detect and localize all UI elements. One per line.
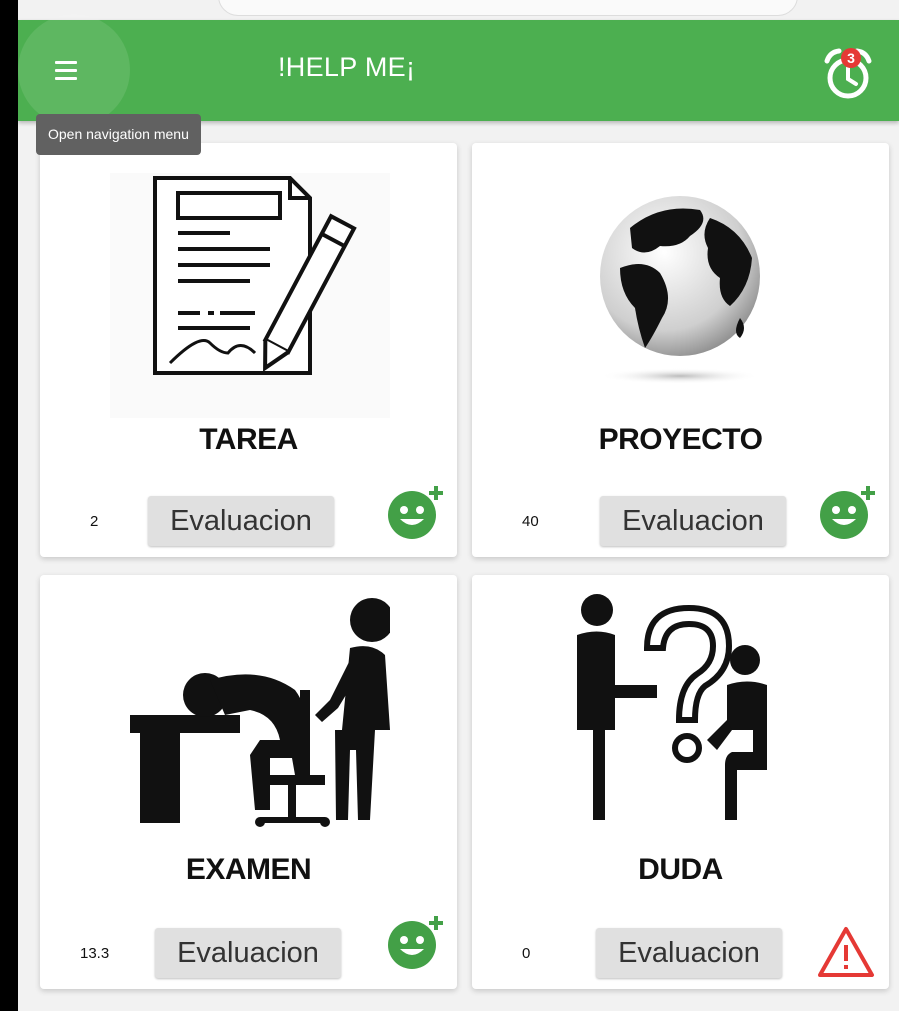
card-tarea[interactable]: TAREA 2 Evaluacion: [40, 143, 457, 557]
add-smiley-icon[interactable]: [818, 483, 878, 543]
card-proyecto[interactable]: PROYECTO 40 Evaluacion: [472, 143, 889, 557]
card-title: EXAMEN: [185, 853, 312, 886]
menu-tooltip: Open navigation menu: [36, 114, 201, 155]
homework-document-icon: [110, 173, 390, 418]
add-smiley-icon[interactable]: [386, 483, 446, 543]
card-title: PROYECTO: [598, 423, 763, 456]
alarm-clock-icon[interactable]: 3: [818, 44, 878, 104]
card-count: 2: [90, 513, 99, 530]
app-screen: !HELP ME¡ 3 TAREA 2 Evaluacion PROYECTO …: [18, 0, 899, 1011]
globe-icon: [600, 196, 760, 384]
card-title: TAREA: [199, 423, 298, 456]
evaluacion-button[interactable]: Evaluacion: [155, 928, 341, 978]
question-people-icon: [577, 594, 767, 820]
card-examen[interactable]: EXAMEN 13.3 Evaluacion: [40, 575, 457, 989]
evaluacion-button[interactable]: Evaluacion: [148, 496, 334, 546]
warning-icon[interactable]: [816, 923, 876, 983]
evaluacion-button[interactable]: Evaluacion: [596, 928, 782, 978]
address-bar[interactable]: [218, 0, 798, 16]
card-count: 0: [522, 945, 531, 962]
exam-stress-icon: [130, 598, 390, 827]
card-count: 13.3: [80, 945, 110, 962]
card-title: DUDA: [638, 853, 723, 886]
hamburger-icon: [55, 60, 77, 80]
browser-strip: [18, 0, 899, 20]
card-count: 40: [522, 513, 539, 530]
app-bar: !HELP ME¡ 3: [18, 14, 899, 126]
evaluacion-button[interactable]: Evaluacion: [600, 496, 786, 546]
app-title: !HELP ME¡: [278, 52, 416, 82]
alarm-badge-count: 3: [847, 50, 855, 66]
add-smiley-icon[interactable]: [386, 913, 446, 973]
menu-button[interactable]: [18, 14, 130, 126]
card-duda[interactable]: DUDA 0 Evaluacion: [472, 575, 889, 989]
